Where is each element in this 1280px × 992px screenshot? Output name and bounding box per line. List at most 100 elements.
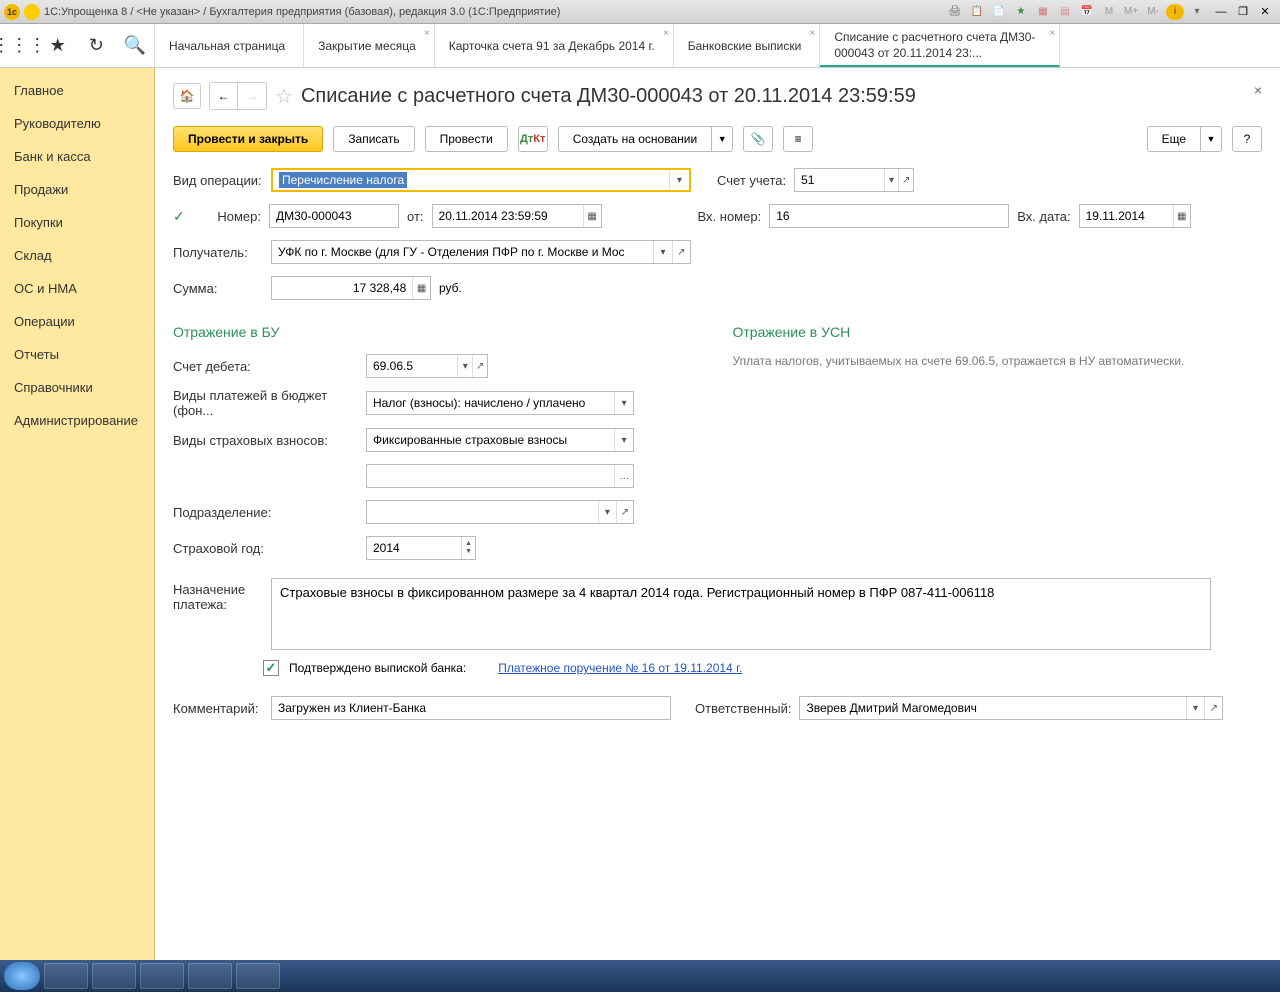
payment-types-input[interactable]: ▾ — [366, 391, 634, 415]
spinner-icon[interactable]: ▲▼ — [461, 537, 475, 559]
sidebar-item-warehouse[interactable]: Склад — [0, 239, 154, 272]
payment-types-field[interactable] — [367, 392, 614, 414]
open-icon[interactable]: ↗ — [1204, 697, 1222, 719]
dtk-button[interactable]: ДтКт — [518, 126, 548, 152]
open-icon[interactable]: ↗ — [616, 501, 633, 523]
account-field[interactable] — [795, 169, 884, 191]
open-icon[interactable]: ↗ — [898, 169, 913, 191]
tab-close-icon[interactable]: × — [1049, 28, 1055, 39]
tab-close-icon[interactable]: × — [663, 28, 669, 39]
maximize-button[interactable]: ❐ — [1232, 4, 1254, 20]
extra-input[interactable]: … — [366, 464, 634, 488]
dropdown-icon[interactable]: ▾ — [457, 355, 472, 377]
search-icon[interactable]: 🔍 — [122, 33, 148, 59]
minimize-button[interactable]: — — [1210, 4, 1232, 20]
payment-order-link[interactable]: Платежное поручение № 16 от 19.11.2014 г… — [498, 661, 742, 675]
favorite-icon[interactable]: ★ — [45, 33, 71, 59]
in-number-field[interactable] — [770, 205, 1008, 227]
date-from-field[interactable] — [433, 205, 583, 227]
titlebar-dropdown-icon[interactable] — [24, 4, 40, 20]
tab-account-card[interactable]: Карточка счета 91 за Декабрь 2014 г.× — [435, 24, 674, 67]
tool-grid-icon[interactable]: ▤ — [1056, 4, 1074, 20]
extra-field[interactable] — [367, 465, 614, 487]
date-from-input[interactable]: ▦ — [432, 204, 602, 228]
list-button[interactable]: ≡ — [783, 126, 813, 152]
insurance-types-input[interactable]: ▾ — [366, 428, 634, 452]
sidebar-item-refs[interactable]: Справочники — [0, 371, 154, 404]
task-item[interactable] — [140, 963, 184, 989]
in-number-input[interactable] — [769, 204, 1009, 228]
insurance-year-input[interactable]: ▲▼ — [366, 536, 476, 560]
sidebar-item-sales[interactable]: Продажи — [0, 173, 154, 206]
tool-info-icon[interactable]: i — [1166, 4, 1184, 20]
dropdown-icon[interactable]: ▾ — [653, 241, 671, 263]
sum-field[interactable] — [272, 277, 412, 299]
more-dropdown[interactable]: ▼ — [1200, 126, 1222, 152]
calendar-icon[interactable]: ▦ — [1173, 205, 1190, 227]
tab-debit[interactable]: Списание с расчетного счета ДМ30-000043 … — [820, 24, 1060, 67]
insurance-types-field[interactable] — [367, 429, 614, 451]
recipient-field[interactable] — [272, 241, 653, 263]
in-date-field[interactable] — [1080, 205, 1173, 227]
sidebar-item-purchases[interactable]: Покупки — [0, 206, 154, 239]
more-icon[interactable]: … — [614, 465, 633, 487]
tab-close-icon[interactable]: × — [424, 28, 430, 39]
forward-button[interactable]: → — [238, 83, 266, 109]
purpose-textarea[interactable] — [271, 578, 1211, 650]
calendar-icon[interactable]: ▦ — [583, 205, 601, 227]
attachments-button[interactable]: 📎 — [743, 126, 773, 152]
close-button[interactable]: ✕ — [1254, 4, 1276, 20]
sidebar-item-operations[interactable]: Операции — [0, 305, 154, 338]
responsible-input[interactable]: ▾ ↗ — [799, 696, 1223, 720]
start-button[interactable] — [4, 962, 40, 990]
tool-print-icon[interactable]: 🖨 — [946, 4, 964, 20]
tab-bank-statements[interactable]: Банковские выписки× — [674, 24, 821, 67]
dropdown-icon[interactable]: ▾ — [1186, 697, 1204, 719]
dropdown-icon[interactable]: ▾ — [669, 170, 689, 190]
tool-down-icon[interactable]: ▾ — [1188, 4, 1206, 20]
operation-type-input[interactable]: Перечисление налога ▾ — [271, 168, 691, 192]
number-field[interactable] — [270, 205, 398, 227]
create-based-dropdown[interactable]: ▼ — [711, 126, 733, 152]
dropdown-icon[interactable]: ▾ — [614, 429, 633, 451]
sidebar-item-manager[interactable]: Руководителю — [0, 107, 154, 140]
tool-m2[interactable]: M+ — [1122, 4, 1140, 20]
tool-fav-icon[interactable]: ★ — [1012, 4, 1030, 20]
sum-input[interactable]: ▦ — [271, 276, 431, 300]
responsible-field[interactable] — [800, 697, 1185, 719]
subdivision-field[interactable] — [367, 501, 598, 523]
comment-input[interactable] — [271, 696, 671, 720]
tool-doc-icon[interactable]: 📄 — [990, 4, 1008, 20]
apps-icon[interactable]: ⋮⋮⋮ — [6, 33, 32, 59]
sidebar-item-assets[interactable]: ОС и НМА — [0, 272, 154, 305]
more-button[interactable]: Еще — [1147, 126, 1200, 152]
back-button[interactable]: ← — [210, 83, 238, 109]
post-button[interactable]: Провести — [425, 126, 508, 152]
tab-month-close[interactable]: Закрытие месяца× — [304, 24, 435, 67]
history-icon[interactable]: ↻ — [83, 33, 109, 59]
insurance-year-field[interactable] — [367, 537, 461, 559]
task-item[interactable] — [92, 963, 136, 989]
dropdown-icon[interactable]: ▾ — [884, 169, 899, 191]
close-page-button[interactable]: × — [1254, 82, 1262, 98]
task-item[interactable] — [188, 963, 232, 989]
comment-field[interactable] — [272, 697, 670, 719]
tool-copy-icon[interactable]: 📋 — [968, 4, 986, 20]
star-icon[interactable]: ☆ — [275, 84, 293, 109]
home-button[interactable]: 🏠 — [173, 83, 201, 109]
post-and-close-button[interactable]: Провести и закрыть — [173, 126, 323, 152]
save-button[interactable]: Записать — [333, 126, 414, 152]
confirmed-checkbox[interactable]: ✓ — [263, 660, 279, 676]
tool-m1[interactable]: M — [1100, 4, 1118, 20]
in-date-input[interactable]: ▦ — [1079, 204, 1191, 228]
number-input[interactable] — [269, 204, 399, 228]
debit-account-input[interactable]: ▾ ↗ — [366, 354, 488, 378]
calculator-icon[interactable]: ▦ — [412, 277, 430, 299]
tool-calc-icon[interactable]: ▦ — [1034, 4, 1052, 20]
recipient-input[interactable]: ▾ ↗ — [271, 240, 691, 264]
help-button[interactable]: ? — [1232, 126, 1262, 152]
dropdown-icon[interactable]: ▾ — [598, 501, 615, 523]
tab-home[interactable]: Начальная страница — [155, 24, 304, 67]
tool-cal-icon[interactable]: 📅 — [1078, 4, 1096, 20]
account-input[interactable]: ▾ ↗ — [794, 168, 914, 192]
